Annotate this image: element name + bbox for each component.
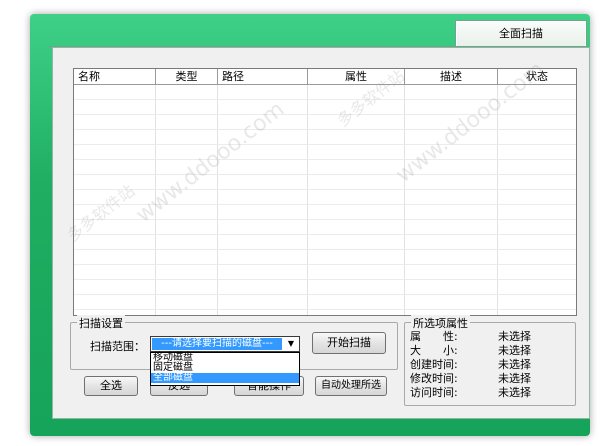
column-header-path[interactable]: 路径	[218, 69, 308, 84]
selected-properties-list: 属 性: 未选择 大 小: 未选择 创建时间: 未选择 修改时间: 未选择 访问…	[410, 330, 570, 400]
property-value: 未选择	[498, 386, 531, 399]
property-value: 未选择	[498, 344, 531, 357]
property-key: 大 小:	[410, 344, 458, 357]
chevron-down-icon[interactable]: ▼	[283, 337, 299, 351]
select-all-button[interactable]: 全选	[84, 376, 138, 396]
property-value: 未选择	[498, 372, 531, 385]
scan-range-selected-value: ---请选择要扫描的磁盘---	[152, 338, 282, 350]
scan-settings-title: 扫描设置	[77, 315, 125, 331]
column-header-type[interactable]: 类型	[156, 69, 218, 84]
property-key: 修改时间:	[410, 372, 458, 385]
scan-range-dropdown-list[interactable]: 移动磁盘 固定磁盘 全部磁盘	[150, 352, 300, 386]
column-header-name[interactable]: 名称	[74, 69, 156, 84]
property-key: 属 性:	[410, 330, 458, 343]
property-row: 大 小: 未选择	[410, 344, 570, 358]
property-key: 访问时间:	[410, 386, 458, 399]
selected-properties-title: 所选项属性	[411, 315, 470, 331]
tab-full-scan[interactable]: 全面扫描	[455, 20, 587, 47]
property-key: 创建时间:	[410, 358, 458, 371]
property-value: 未选择	[498, 330, 531, 343]
dropdown-option-all-disks[interactable]: 全部磁盘	[151, 373, 299, 383]
scan-results-table[interactable]: 名称 类型 路径 属性 描述 状态	[73, 68, 577, 316]
start-scan-button[interactable]: 开始扫描	[312, 332, 386, 354]
table-header: 名称 类型 路径 属性 描述 状态	[74, 69, 576, 85]
property-row: 修改时间: 未选择	[410, 372, 570, 386]
column-header-description[interactable]: 描述	[405, 69, 498, 84]
scan-range-label: 扫描范围：	[90, 340, 145, 353]
property-row: 创建时间: 未选择	[410, 358, 570, 372]
property-value: 未选择	[498, 358, 531, 371]
column-header-attributes[interactable]: 属性	[308, 69, 405, 84]
column-header-status[interactable]: 状态	[498, 69, 576, 84]
scan-range-select[interactable]: ---请选择要扫描的磁盘--- ▼	[150, 336, 300, 352]
property-row: 访问时间: 未选择	[410, 386, 570, 400]
property-row: 属 性: 未选择	[410, 330, 570, 344]
auto-process-selected-button[interactable]: 自动处理所选	[315, 376, 387, 396]
